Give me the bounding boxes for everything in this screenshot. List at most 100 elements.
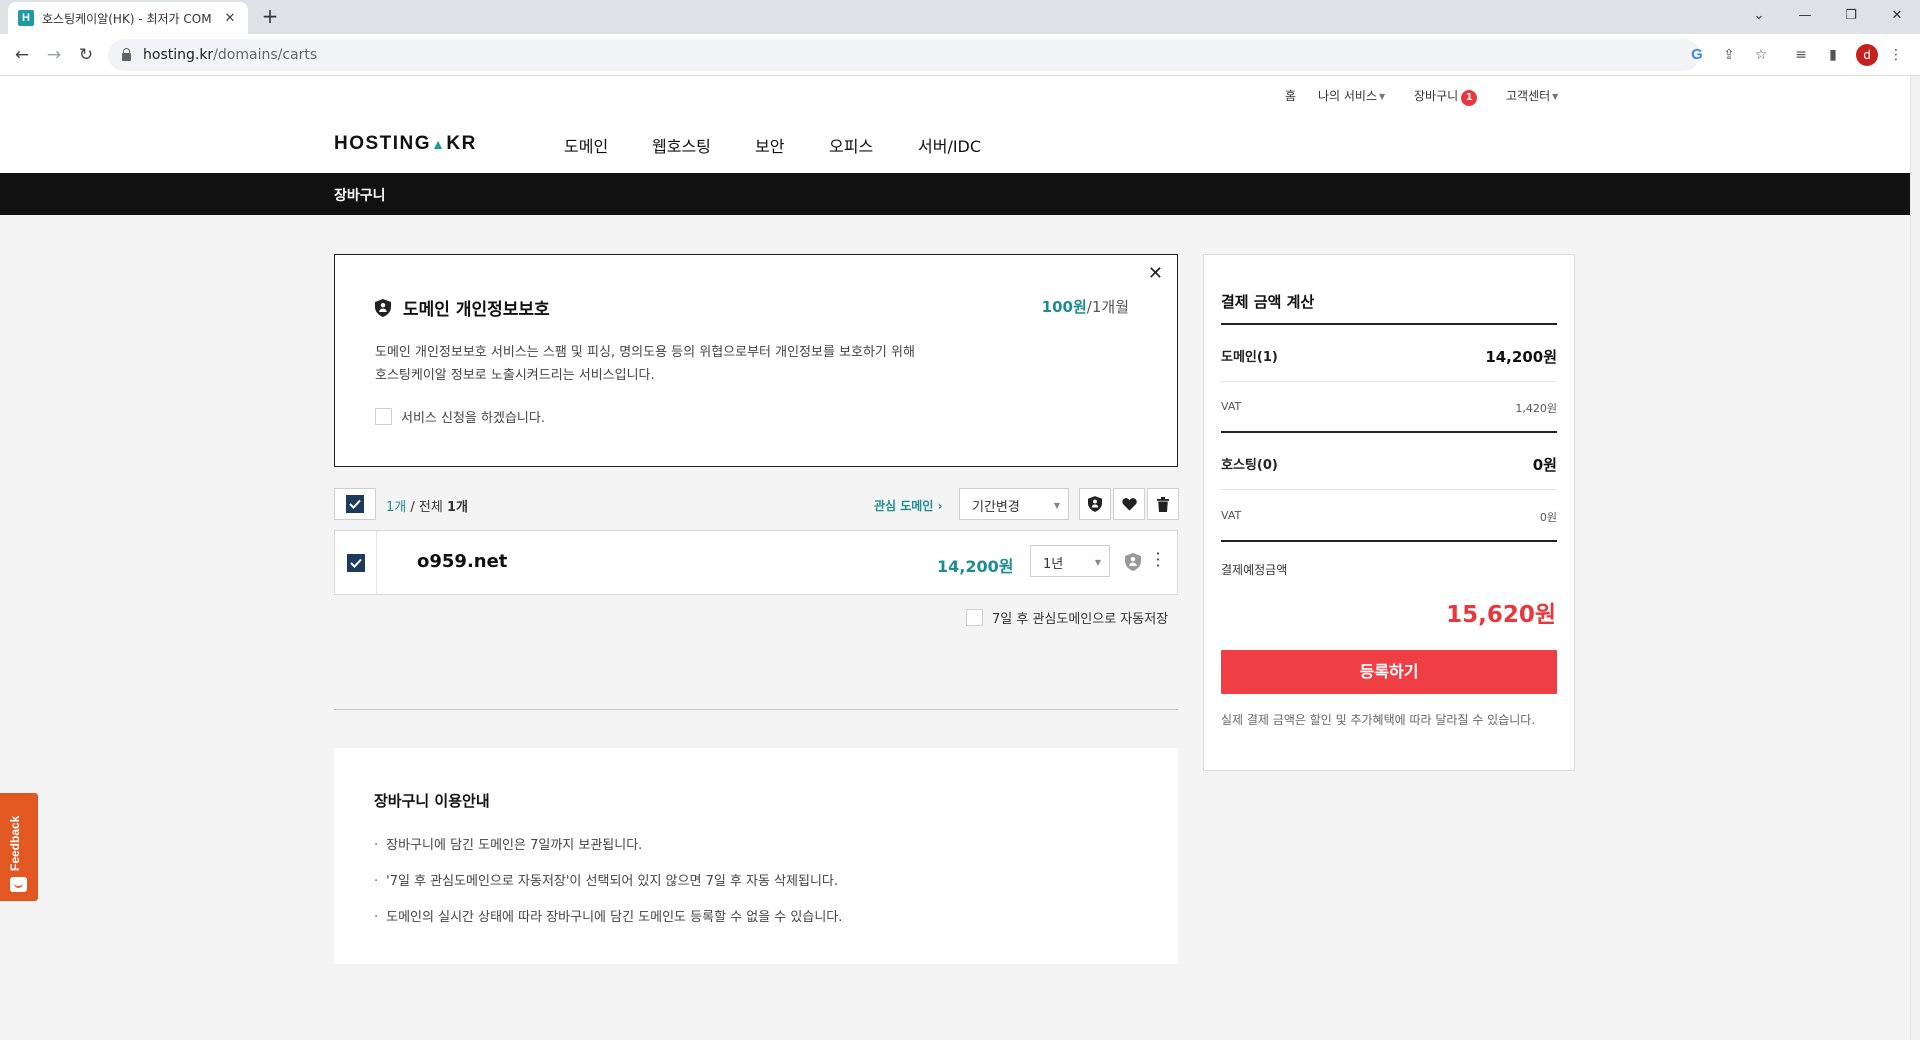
cart-guide-title: 장바구니 이용안내 — [374, 792, 490, 810]
window-close-button[interactable]: ✕ — [1874, 0, 1920, 30]
privacy-desc-line: 호스팅케이알 정보로 노출시켜드리는 서비스입니다. — [375, 368, 655, 383]
privacy-protection-box: ✕ 도메인 개인정보보호 100원/1개월 도메인 개인정보보호 서비스는 스팸… — [334, 254, 1178, 467]
util-nav-cart[interactable]: 장바구니 1 — [1414, 87, 1478, 106]
selected-count: 1개 — [386, 500, 407, 515]
share-icon[interactable]: ⇪ — [1719, 45, 1739, 65]
period-change-select[interactable]: 기간변경 ▼ — [959, 488, 1069, 520]
site-logo[interactable]: HOSTING▲KR — [334, 133, 477, 155]
autosave-checkbox[interactable]: 7일 후 관심도메인으로 자동저장 — [966, 608, 1168, 627]
privacy-title: 도메인 개인정보보호 — [375, 295, 550, 320]
logo-text-right: KR — [446, 133, 477, 154]
logo-text-left: HOSTING — [334, 133, 432, 154]
feedback-tab[interactable]: Feedback — [0, 793, 38, 901]
restore-button[interactable]: ❐ — [1828, 0, 1874, 30]
page-title-bar: 장바구니 — [0, 173, 1910, 215]
chevron-down-icon: ▼ — [1053, 501, 1060, 510]
minimize-button[interactable]: — — [1782, 0, 1828, 30]
google-lens-icon[interactable]: G — [1687, 45, 1707, 65]
util-nav-support-label: 고객센터 — [1506, 89, 1551, 103]
select-all-checkbox[interactable] — [334, 488, 376, 520]
tab-search-icon[interactable]: ⌄ — [1736, 0, 1782, 30]
list-item: '7일 후 관심도메인으로 자동저장'이 선택되어 있지 않으면 7일 후 자동… — [374, 872, 842, 908]
estimate-label: 결제예정금액 — [1221, 563, 1288, 577]
register-button[interactable]: 등록하기 — [1221, 650, 1557, 694]
side-panel-icon[interactable]: ▮ — [1823, 45, 1843, 65]
caret-down-icon: ▼ — [1552, 92, 1559, 101]
item-checkbox[interactable] — [335, 531, 377, 594]
url-host: hosting.kr — [143, 47, 214, 63]
util-nav-support[interactable]: 고객센터 ▼ — [1506, 87, 1558, 104]
summary-rule — [1221, 323, 1557, 325]
back-arrow-icon[interactable]: ← — [10, 43, 34, 67]
cart-count-badge: 1 — [1461, 90, 1478, 106]
chevron-right-icon: › — [937, 499, 943, 513]
nav-domain[interactable]: 도메인 — [564, 133, 608, 157]
privacy-apply-checkbox[interactable]: 서비스 신청을 하겠습니다. — [375, 407, 545, 426]
payment-summary: 결제 금액 계산 도메인(1) 14,200원 VAT 1,420원 호스팅(0… — [1203, 254, 1575, 771]
privacy-shield-icon[interactable] — [1125, 553, 1141, 571]
nav-server-idc[interactable]: 서버/IDC — [918, 133, 981, 157]
browser-menu-icon[interactable]: ⋮ — [1886, 45, 1906, 65]
total-count: 1개 — [446, 500, 468, 515]
reload-icon[interactable]: ↻ — [74, 43, 98, 67]
summary-hosting-amount: 0원 — [1532, 456, 1557, 474]
summary-rule — [1221, 489, 1557, 490]
util-nav-home[interactable]: 홈 — [1285, 87, 1296, 104]
util-nav-my-services[interactable]: 나의 서비스 ▼ — [1318, 87, 1385, 104]
page-title: 장바구니 — [334, 188, 386, 204]
bookmark-star-icon[interactable]: ☆ — [1751, 45, 1771, 65]
summary-title: 결제 금액 계산 — [1221, 293, 1315, 311]
summary-hosting-vat: 0원 — [1539, 511, 1557, 524]
tab-close-icon[interactable]: ✕ — [222, 11, 238, 26]
summary-hosting-vat-row: VAT 0원 — [1221, 509, 1557, 525]
privacy-description: 도메인 개인정보보호 서비스는 스팸 및 피싱, 명의도용 등의 위협으로부터 … — [375, 341, 915, 387]
privacy-apply-label: 서비스 신청을 하겠습니다. — [401, 411, 545, 426]
item-period-select[interactable]: 1년 ▼ — [1030, 545, 1110, 577]
nav-office[interactable]: 오피스 — [829, 133, 873, 157]
summary-rule — [1221, 431, 1557, 433]
chevron-down-icon: ▼ — [1094, 558, 1101, 567]
privacy-desc-line: 도메인 개인정보보호 서비스는 스팸 및 피싱, 명의도용 등의 위협으로부터 … — [375, 345, 915, 360]
address-bar[interactable]: hosting.kr/domains/carts — [108, 39, 1700, 71]
cart-guide-list: 장바구니에 담긴 도메인은 7일까지 보관됩니다. '7일 후 관심도메인으로 … — [374, 836, 842, 944]
selection-count: 1개 / 전체 1개 — [386, 496, 468, 515]
shield-icon — [1088, 496, 1102, 512]
cart-guide: 장바구니 이용안내 장바구니에 담긴 도메인은 7일까지 보관됩니다. '7일 … — [334, 748, 1178, 964]
nav-security[interactable]: 보안 — [755, 133, 784, 157]
summary-domain-row: 도메인(1) 14,200원 — [1221, 346, 1557, 367]
add-to-interest-button[interactable] — [1113, 488, 1145, 520]
more-options-icon[interactable]: · · · — [1155, 546, 1161, 574]
checkbox-unchecked[interactable] — [966, 609, 983, 626]
checkbox-unchecked[interactable] — [375, 408, 392, 425]
profile-avatar[interactable]: d — [1856, 44, 1878, 66]
site-header: 홈 나의 서비스 ▼ 장바구니 1 고객센터 ▼ HOSTING▲KR 도메인 웹호스… — [0, 76, 1910, 173]
tab-title: 호스팅케이알(HK) - 최저가 COM — [42, 11, 212, 26]
interest-domain-label: 관심 도메인 — [874, 499, 934, 513]
browser-tab-active[interactable]: H 호스팅케이알(HK) - 최저가 COM ✕ — [8, 2, 248, 34]
feedback-label: Feedback — [8, 815, 22, 871]
privacy-title-text: 도메인 개인정보보호 — [403, 300, 550, 320]
nav-web-hosting[interactable]: 웹호스팅 — [652, 133, 711, 157]
summary-hosting-row: 호스팅(0) 0원 — [1221, 454, 1557, 475]
interest-domain-link[interactable]: 관심 도메인 › — [874, 497, 943, 514]
summary-note: 실제 결제 금액은 할인 및 추가혜택에 따라 달라질 수 있습니다. — [1221, 713, 1536, 727]
reading-list-icon[interactable]: ≡ — [1791, 45, 1811, 65]
summary-rule — [1221, 540, 1557, 542]
close-icon[interactable]: ✕ — [1148, 263, 1163, 284]
summary-domain-label: 도메인(1) — [1221, 350, 1278, 365]
estimate-total: 15,620원 — [1446, 602, 1556, 628]
privacy-price: 100원/1개월 — [1042, 296, 1129, 317]
privacy-shield-button[interactable] — [1079, 488, 1111, 520]
new-tab-button[interactable]: + — [258, 5, 282, 29]
browser-tab-strip: H 호스팅케이알(HK) - 최저가 COM ✕ + ⌄ — ❐ ✕ — [0, 0, 1920, 34]
forward-arrow-icon[interactable]: → — [42, 43, 66, 67]
page-scrollbar[interactable] — [1910, 76, 1920, 1040]
summary-domain-vat-row: VAT 1,420원 — [1221, 400, 1557, 416]
checkbox-checked-icon — [346, 553, 365, 572]
section-divider — [334, 709, 1178, 710]
logo-dot-icon: ▲ — [431, 136, 447, 152]
delete-button[interactable] — [1147, 488, 1179, 520]
period-change-label: 기간변경 — [972, 500, 1020, 515]
autosave-label: 7일 후 관심도메인으로 자동저장 — [992, 612, 1169, 627]
summary-hosting-vat-label: VAT — [1221, 509, 1242, 522]
